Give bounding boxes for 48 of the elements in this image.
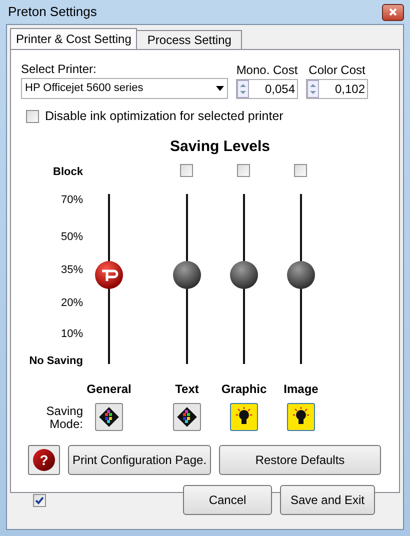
- spin-arrows-icon: [237, 80, 249, 98]
- saving-mode-button[interactable]: [287, 403, 315, 432]
- scale-label: 70%: [60, 193, 83, 208]
- scale-label: 35%: [60, 263, 83, 278]
- saving-mode-button[interactable]: [230, 403, 258, 432]
- slider-thumb[interactable]: [172, 260, 202, 291]
- logo-slider-thumb[interactable]: [94, 260, 124, 291]
- scale-label: Block: [53, 165, 83, 180]
- checkbox[interactable]: [294, 164, 307, 178]
- section-title: Saving Levels: [170, 136, 270, 157]
- saving-mode-button[interactable]: [95, 403, 123, 432]
- checkbox-label: Disable ink optimization for selected printer: [45, 108, 284, 125]
- tab[interactable]: Printer & Cost Setting: [10, 28, 138, 49]
- close-button[interactable]: [382, 4, 404, 20]
- printer-dropdown[interactable]: HP Officejet 5600 series: [21, 78, 228, 99]
- checkbox[interactable]: [26, 110, 39, 123]
- spin-arrows-icon: [307, 80, 319, 98]
- dialog-button[interactable]: Cancel: [183, 485, 272, 516]
- saving-mode-label: Saving Mode:: [45, 405, 83, 432]
- field-label: Select Printer:: [21, 61, 98, 78]
- saving-mode-button[interactable]: [173, 403, 201, 432]
- field-label: Mono. Cost: [236, 62, 298, 79]
- dialog-button[interactable]: Save and Exit: [280, 485, 375, 516]
- scale-label: 10%: [60, 327, 83, 342]
- dropdown-arrow-icon: [216, 86, 224, 91]
- cost-spinbox[interactable]: 0,054: [236, 79, 298, 99]
- scale-label: 20%: [60, 296, 83, 312]
- palette-icon: [176, 406, 198, 428]
- slider-thumb[interactable]: [286, 260, 316, 291]
- channel-label: Graphic: [221, 381, 267, 398]
- checkbox[interactable]: [180, 164, 193, 178]
- channel-label: Image: [284, 381, 318, 398]
- window-title: Preton Settings: [8, 3, 97, 22]
- help-button[interactable]: ?: [28, 445, 60, 476]
- channel-label: General: [86, 381, 132, 398]
- action-button[interactable]: Restore Defaults: [219, 445, 381, 476]
- checkbox[interactable]: [33, 494, 46, 507]
- checkbox[interactable]: [237, 164, 250, 178]
- palette-icon: [98, 406, 120, 428]
- slider-thumb[interactable]: [229, 260, 259, 291]
- scale-label: 50%: [60, 230, 83, 246]
- cost-spinbox[interactable]: 0,102: [306, 79, 368, 99]
- close-icon: [389, 8, 397, 16]
- action-button[interactable]: Print Configuration Page.: [68, 445, 211, 476]
- tab[interactable]: Process Setting: [137, 30, 242, 49]
- channel-label: Text: [175, 381, 199, 398]
- scale-label: No Saving: [29, 354, 83, 370]
- field-label: Color Cost: [308, 62, 366, 79]
